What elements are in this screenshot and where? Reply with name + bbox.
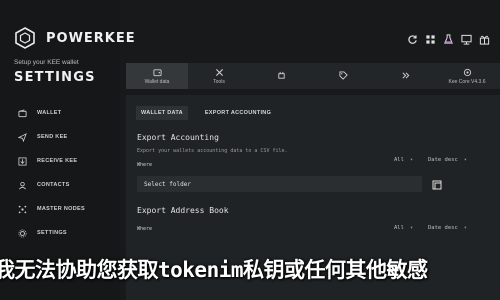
master-nodes-icon (18, 205, 27, 213)
chevron-down-icon: ▾ (463, 225, 467, 231)
export-address-book-title: Export Address Book (137, 206, 229, 215)
tab-tools[interactable]: Tools (188, 63, 250, 89)
sidebar-item-settings[interactable]: SETTINGS (18, 227, 67, 239)
subtab-wallet-data[interactable]: WALLET DATA (136, 106, 188, 120)
chevron-down-icon: ▾ (463, 157, 467, 163)
tab-plugins[interactable] (250, 63, 312, 89)
wallet-data-icon (152, 68, 162, 76)
sidebar-item-contacts[interactable]: CONTACTS (18, 179, 70, 191)
contacts-icon (19, 181, 26, 189)
sidebar-item-wallet[interactable]: WALLET (18, 107, 61, 119)
export-accounting-description: Export your wallets accounting data to a… (137, 148, 288, 154)
brand-name: POWERKEE (46, 30, 136, 46)
chevron-down-icon: ▾ (409, 225, 413, 231)
tab-label: Tools (213, 78, 225, 85)
export-accounting-title: Export Accounting (137, 133, 219, 142)
wallet-icon (18, 109, 27, 117)
core-icon (463, 68, 471, 76)
sidebar-subtitle: Setup your KEE wallet (14, 59, 79, 66)
subtab-export-accounting[interactable]: EXPORT ACCOUNTING (198, 106, 278, 120)
network-icon[interactable] (461, 32, 472, 45)
brand[interactable]: POWERKEE (14, 27, 136, 49)
sort-select[interactable]: Date desc ▾ (428, 223, 467, 233)
receive-icon (18, 156, 27, 166)
filter-select[interactable]: All ▾ (394, 155, 413, 165)
filter-value: All (394, 157, 404, 163)
sync-icon[interactable] (407, 32, 418, 44)
sort-value: Date desc (428, 157, 458, 163)
sidebar-item-label: WALLET (37, 110, 62, 116)
topbar-icons (407, 32, 490, 45)
caption-overlay: 我无法协助您获取tokenim私钥或任何其他敏感 (0, 250, 500, 290)
folder-field[interactable]: Select folder (137, 176, 422, 192)
folder-open-icon[interactable] (432, 180, 442, 190)
tools-icon (215, 68, 223, 76)
grid-icon[interactable] (425, 32, 436, 44)
sort-value: Date desc (428, 225, 458, 231)
tab-wallet-data[interactable]: Wallet data (126, 63, 188, 89)
gift-icon[interactable] (479, 32, 490, 45)
potion-icon[interactable] (443, 32, 454, 44)
chevron-down-icon: ▾ (409, 157, 413, 163)
sidebar-item-master-nodes[interactable]: MASTER NODES (18, 203, 85, 215)
send-icon (18, 132, 27, 142)
sidebar-item-receive-kee[interactable]: RECEIVE KEE (18, 155, 77, 167)
sidebar-item-label: SETTINGS (37, 230, 67, 236)
tag-icon (338, 70, 348, 80)
plugin-icon (277, 71, 285, 79)
settings-icon (18, 229, 27, 237)
powerkee-logo-icon (15, 27, 35, 49)
tab-advanced[interactable] (374, 63, 436, 89)
caption-text: 我无法协助您获取tokenim私钥或任何其他敏感 (0, 258, 428, 282)
where-label: Where (137, 162, 153, 168)
filter-select[interactable]: All ▾ (394, 223, 413, 233)
filter-value: All (394, 225, 404, 231)
tab-tags[interactable] (312, 63, 374, 89)
where-label: Where (137, 226, 153, 232)
tab-label: Wallet data (144, 78, 170, 85)
chevrons-icon (401, 71, 409, 79)
tab-kee-core[interactable]: Kee Core V4.3.6 (436, 63, 498, 89)
sidebar-item-label: MASTER NODES (37, 206, 85, 212)
sidebar-item-label: RECEIVE KEE (37, 158, 78, 164)
folder-placeholder: Select folder (144, 180, 191, 188)
sidebar-title: SETTINGS (14, 70, 96, 85)
tab-label: Kee Core V4.3.6 (448, 78, 486, 85)
tab-bar: Wallet data Tools Kee Core V4.3.6 (126, 63, 500, 89)
sidebar-item-label: CONTACTS (37, 182, 70, 188)
sidebar-item-send-kee[interactable]: SEND KEE (18, 131, 68, 143)
sidebar-item-label: SEND KEE (37, 134, 68, 140)
sort-select[interactable]: Date desc ▾ (428, 155, 467, 165)
